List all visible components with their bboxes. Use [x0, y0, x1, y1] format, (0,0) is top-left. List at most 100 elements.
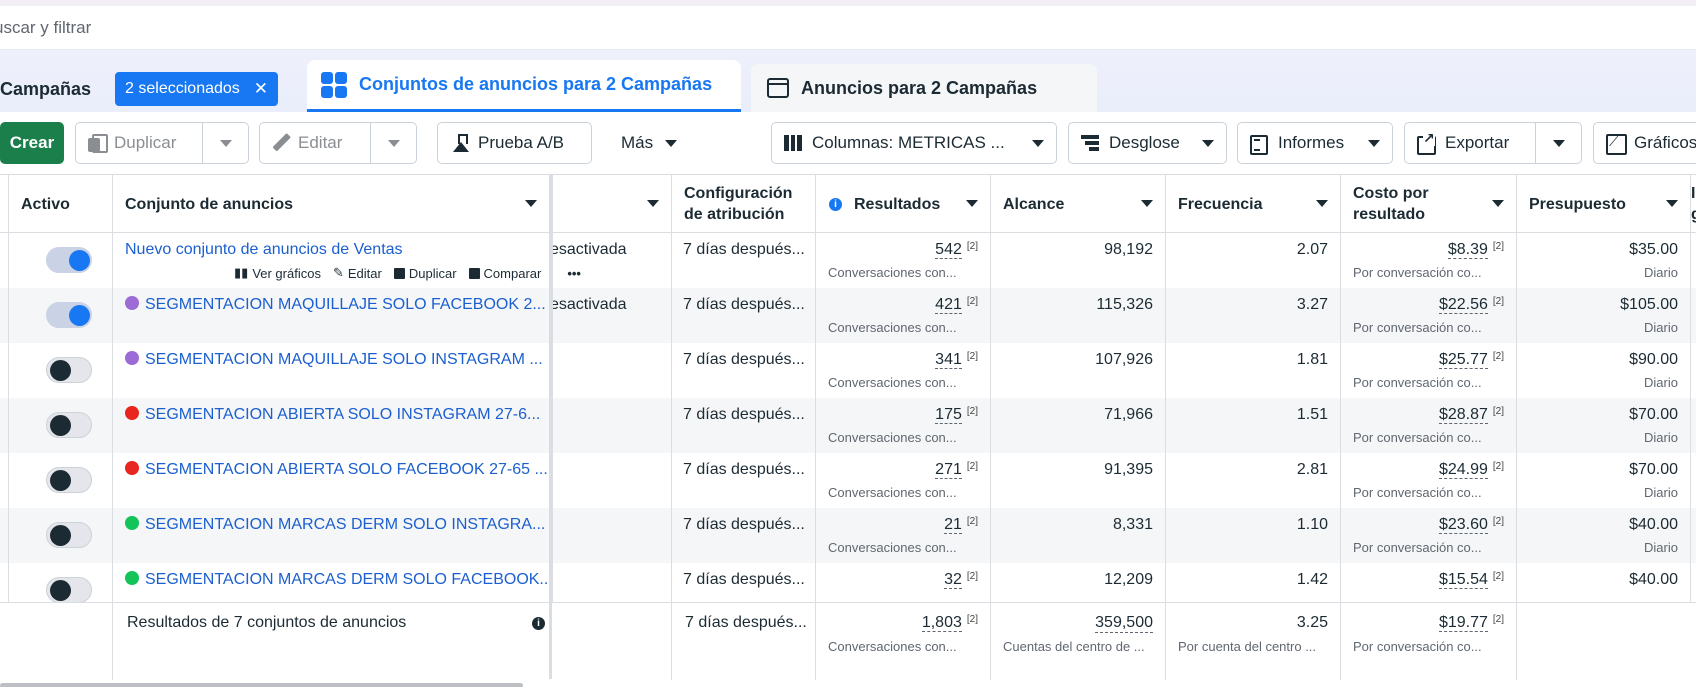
tab-adsets[interactable]: Conjuntos de anuncios para 2 Campañas: [307, 60, 741, 112]
column-header-budget[interactable]: Presupuesto: [1516, 175, 1690, 233]
column-header-cost-per-result[interactable]: Costo por resultado: [1340, 175, 1516, 233]
budget-subtext: Diario: [1644, 375, 1678, 390]
active-toggle[interactable]: [46, 412, 92, 438]
more-button[interactable]: Más: [608, 122, 696, 164]
search-input[interactable]: [0, 17, 594, 38]
table-row[interactable]: Nuevo conjunto de anuncios de Ventas ▮▮ V…: [0, 233, 1696, 288]
adset-name-link[interactable]: SEGMENTACION MARCAS DERM SOLO INSTAGRA..…: [145, 516, 545, 533]
cpr-number: $23.60: [1438, 516, 1488, 534]
table-row[interactable]: SEGMENTACION ABIERTA SOLO FACEBOOK 27-65…: [0, 453, 1696, 508]
columns-button[interactable]: Columnas: METRICAS ...: [771, 122, 1057, 164]
footer-cpr-number: $19.77: [1438, 614, 1488, 632]
ab-test-button[interactable]: Prueba A/B: [437, 122, 592, 164]
chart-icon: [1606, 133, 1627, 155]
horizontal-scrollbar[interactable]: [0, 683, 523, 687]
edit-button[interactable]: Editar: [259, 122, 417, 164]
chevron-down-icon: [665, 139, 678, 147]
footnote-marker: [2]: [1492, 461, 1504, 472]
cut-cell: [1690, 288, 1696, 343]
tab-ads[interactable]: Anuncios para 2 Campañas: [751, 64, 1097, 112]
column-label: Configuración de atribución: [684, 185, 793, 223]
compare-action[interactable]: Comparar: [468, 266, 541, 281]
table-row[interactable]: SEGMENTACION MAQUILLAJE SOLO FACEBOOK 2.…: [0, 288, 1696, 343]
footnote-marker: [2]: [966, 571, 978, 582]
chevron-down-icon[interactable]: [1553, 140, 1565, 147]
active-toggle[interactable]: [46, 357, 92, 383]
info-icon[interactable]: i: [829, 197, 842, 211]
export-button[interactable]: Exportar: [1404, 122, 1582, 164]
frequency-value: 2.81: [1296, 461, 1328, 478]
budget-value: $90.00: [1629, 351, 1678, 368]
column-header-reach[interactable]: Alcance: [990, 175, 1165, 233]
reach-value: 12,209: [1104, 571, 1153, 588]
table-row[interactable]: SEGMENTACION ABIERTA SOLO INSTAGRAM 27-6…: [0, 398, 1696, 453]
adset-name-link[interactable]: SEGMENTACION MAQUILLAJE SOLO FACEBOOK 2.…: [145, 296, 546, 313]
ad-window-icon: [767, 78, 789, 98]
column-header-active[interactable]: Activo: [8, 175, 112, 233]
reach-value: 115,326: [1096, 296, 1153, 313]
column-header-cut[interactable]: I g: [1690, 175, 1696, 233]
column-header-attribution[interactable]: Configuración de atribución: [671, 175, 815, 233]
frequency-cell: 2.81: [1165, 453, 1340, 508]
adset-name-link[interactable]: SEGMENTACION ABIERTA SOLO FACEBOOK 27-65…: [145, 461, 548, 478]
attribution-cell: 7 días después...: [671, 288, 815, 343]
chevron-down-icon[interactable]: [1316, 200, 1328, 207]
selected-chip[interactable]: 2 seleccionados ✕: [115, 72, 279, 106]
tab-campaigns[interactable]: Campañas 2 seleccionados ✕: [0, 66, 279, 112]
column-header-results[interactable]: i Resultados: [815, 175, 990, 233]
reach-cell: 91,395: [990, 453, 1165, 508]
reports-button[interactable]: Informes: [1237, 122, 1393, 164]
column-header-frequency[interactable]: Frecuencia: [1165, 175, 1340, 233]
active-toggle[interactable]: [46, 577, 92, 603]
chevron-down-icon[interactable]: [966, 200, 978, 207]
adset-name-link[interactable]: SEGMENTACION ABIERTA SOLO INSTAGRAM 27-6…: [145, 406, 540, 423]
adset-name-link[interactable]: SEGMENTACION MARCAS DERM SOLO FACEBOOK..…: [145, 571, 553, 588]
cpr-value: $23.60 [2]: [1438, 516, 1504, 534]
attribution-text: 7 días después...: [683, 571, 805, 588]
duplicate-action[interactable]: Duplicar: [393, 266, 457, 281]
view-charts-action[interactable]: ▮▮ Ver gráficos: [234, 265, 321, 281]
footer-cpr-value: $19.77 [2]: [1438, 614, 1504, 632]
column-label: Presupuesto: [1529, 195, 1626, 213]
active-toggle[interactable]: [46, 522, 92, 548]
chevron-down-icon[interactable]: [1141, 200, 1153, 207]
table-row[interactable]: SEGMENTACION MARCAS DERM SOLO INSTAGRA..…: [0, 508, 1696, 563]
delivery-cell: esactivada: [552, 288, 671, 343]
results-number: 21: [944, 516, 962, 534]
active-toggle[interactable]: [46, 302, 92, 328]
results-value: 32 [2]: [944, 571, 978, 589]
chevron-down-icon[interactable]: [525, 200, 537, 207]
edit-action[interactable]: ✎ Editar: [333, 265, 382, 281]
search-bar[interactable]: [0, 6, 1696, 50]
adset-name-link[interactable]: Nuevo conjunto de anuncios de Ventas: [125, 241, 403, 258]
flask-icon: [452, 134, 470, 152]
budget-value: $40.00: [1629, 516, 1678, 533]
chevron-down-icon[interactable]: [388, 140, 400, 147]
active-toggle[interactable]: [46, 247, 92, 273]
column-header-adset[interactable]: Conjunto de anuncios: [112, 175, 549, 233]
info-icon[interactable]: i: [532, 617, 545, 630]
duplicate-button[interactable]: Duplicar: [75, 122, 249, 164]
chevron-down-icon[interactable]: [220, 140, 232, 147]
frozen-column-divider[interactable]: [549, 174, 552, 679]
chevron-down-icon[interactable]: [647, 200, 659, 207]
cpr-subtext: Por conversación co...: [1353, 540, 1482, 555]
chevron-down-icon: [1032, 140, 1044, 147]
adset-name-link[interactable]: SEGMENTACION MAQUILLAJE SOLO INSTAGRAM .…: [145, 351, 543, 368]
cut-cell: [1690, 508, 1696, 563]
column-header-delivery[interactable]: [552, 175, 671, 233]
close-icon[interactable]: ✕: [254, 79, 268, 99]
table-row[interactable]: SEGMENTACION MAQUILLAJE SOLO INSTAGRAM .…: [0, 343, 1696, 398]
charts-button[interactable]: Gráficos: [1593, 122, 1696, 164]
cpr-number: $24.99: [1438, 461, 1488, 479]
cpr-number: $28.87: [1438, 406, 1488, 424]
create-button[interactable]: Crear: [0, 122, 64, 164]
active-toggle[interactable]: [46, 467, 92, 493]
column-label: Resultados: [854, 195, 941, 213]
cpr-number: $15.54: [1438, 571, 1488, 589]
breakdown-button[interactable]: Desglose: [1068, 122, 1227, 164]
edit-button-label: Editar: [298, 133, 343, 152]
footnote-marker: [2]: [1492, 614, 1504, 625]
chevron-down-icon[interactable]: [1666, 200, 1678, 207]
chevron-down-icon[interactable]: [1492, 200, 1504, 207]
